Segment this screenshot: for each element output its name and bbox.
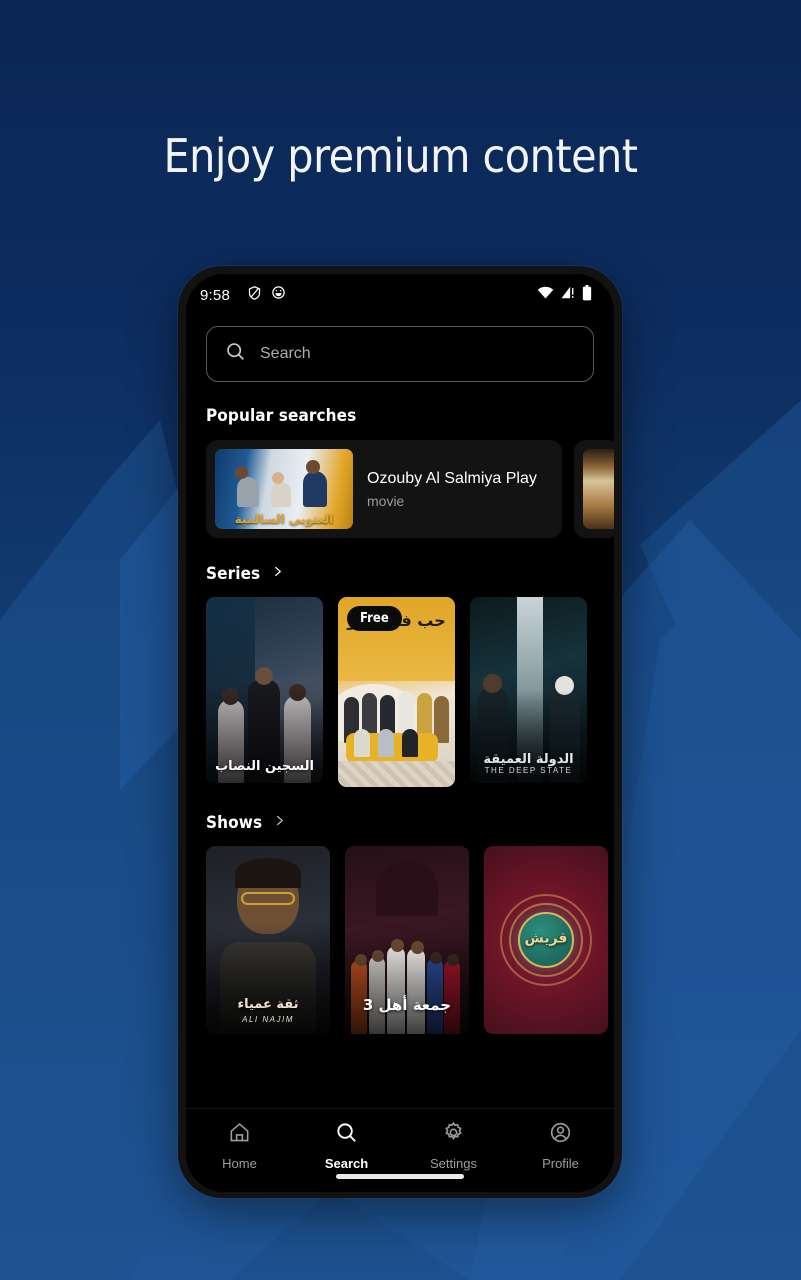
home-indicator[interactable] (336, 1174, 464, 1179)
thumbnail-title: العتوبي السالمية (234, 512, 334, 526)
poster-title: السجين النصاب (215, 759, 314, 774)
popular-search-thumbnail: العتوبي السالمية (215, 449, 353, 529)
nav-label-settings: Settings (430, 1156, 477, 1171)
search-icon (335, 1121, 358, 1149)
poster-title: ثقة عمياء (237, 997, 299, 1012)
home-icon (228, 1121, 251, 1149)
free-badge: Free (347, 606, 402, 631)
emoji-face-icon (271, 285, 286, 305)
nav-item-search[interactable]: Search (293, 1121, 400, 1171)
popular-search-name: Ozouby Al Salmiya Play (367, 469, 537, 487)
poster-subtitle: THE DEEP STATE (484, 766, 573, 775)
poster-subtitle: ALI NAJIM (242, 1015, 294, 1024)
popular-search-thumbnail (583, 449, 614, 529)
popular-search-meta: Ozouby Al Salmiya Play movie (367, 470, 537, 509)
chevron-right-icon[interactable] (271, 564, 284, 584)
nav-item-profile[interactable]: Profile (507, 1121, 614, 1171)
person-circle-icon (549, 1121, 572, 1149)
screen-content[interactable]: Search Popular searches العتوبي السالمية… (186, 316, 614, 1108)
series-poster[interactable]: الدولة العميقة THE DEEP STATE (470, 597, 587, 783)
bottom-navigation[interactable]: Home Search Settings Profile (186, 1108, 614, 1192)
popular-searches-title: Popular searches (206, 406, 357, 426)
battery-icon (582, 284, 592, 306)
chevron-right-icon[interactable] (273, 813, 286, 833)
show-poster[interactable]: ثقة عمياء ALI NAJIM (206, 846, 330, 1034)
nav-label-profile: Profile (542, 1156, 579, 1171)
cellular-signal-icon (560, 286, 576, 304)
nav-label-search: Search (324, 1156, 369, 1171)
popular-search-card[interactable] (574, 440, 614, 538)
thumbnail-figures (215, 460, 353, 507)
series-section-header[interactable]: Series (186, 564, 614, 584)
phone-mockup: 9:58 Search Popular searches العتوبي الس… (178, 266, 622, 1198)
series-title: Series (206, 564, 261, 584)
status-bar-clock: 9:58 (200, 286, 230, 304)
popular-search-kind: movie (367, 492, 405, 509)
shows-title: Shows (206, 813, 263, 833)
search-placeholder: Search (260, 345, 311, 362)
nav-item-home[interactable]: Home (186, 1121, 293, 1171)
popular-search-card[interactable]: العتوبي السالمية Ozouby Al Salmiya Play … (206, 440, 562, 538)
wifi-icon (537, 286, 554, 304)
series-poster[interactable]: Free حب في سيو (338, 597, 455, 787)
search-icon (225, 341, 246, 367)
show-poster[interactable]: قريش (484, 846, 608, 1034)
nav-item-settings[interactable]: Settings (400, 1121, 507, 1171)
poster-art (206, 597, 323, 783)
popular-searches-row[interactable]: العتوبي السالمية Ozouby Al Salmiya Play … (186, 440, 614, 538)
status-bar: 9:58 (186, 274, 614, 316)
poster-title: الدولة العميقة (483, 752, 574, 767)
promo-headline: Enjoy premium content (163, 129, 638, 183)
shows-section-header[interactable]: Shows (186, 813, 614, 833)
poster-title: جمعة أهل 3 (362, 996, 452, 1014)
series-poster-row[interactable]: السجين النصاب Free حب الدولة العميقة THE… (186, 597, 614, 787)
shows-poster-row[interactable]: ثقة عمياء ALI NAJIM جمعة أهل 3 قريش (186, 846, 614, 1034)
nav-label-home: Home (222, 1156, 257, 1171)
search-input[interactable]: Search (206, 326, 594, 382)
phone-screen: 9:58 Search Popular searches العتوبي الس… (186, 274, 614, 1192)
gear-icon (442, 1121, 465, 1149)
poster-title: قريش (524, 930, 568, 947)
shield-icon (247, 285, 262, 306)
show-poster[interactable]: جمعة أهل 3 (345, 846, 469, 1034)
series-poster[interactable]: السجين النصاب (206, 597, 323, 783)
